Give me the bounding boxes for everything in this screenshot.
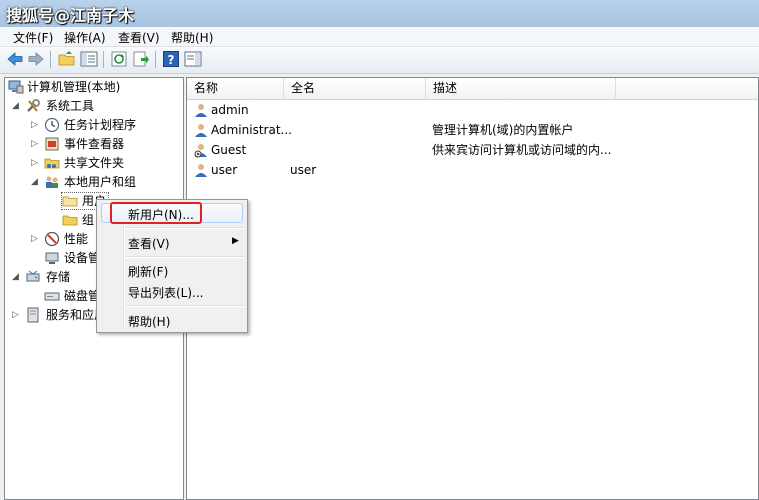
- toolbar-separator: [103, 51, 104, 68]
- user-icon: [195, 164, 207, 177]
- collapsed-arrow-icon[interactable]: ▷: [31, 230, 41, 248]
- menu-item-help[interactable]: 帮助(H): [128, 313, 170, 330]
- menu-separator: [125, 305, 245, 307]
- collapsed-arrow-icon[interactable]: ▷: [31, 116, 41, 134]
- back-arrow-icon[interactable]: [6, 50, 24, 68]
- expanded-arrow-icon[interactable]: ◢: [12, 268, 22, 286]
- menu-help[interactable]: 帮助(H): [171, 29, 213, 46]
- refresh-icon[interactable]: [110, 50, 128, 68]
- storage-icon: [26, 270, 40, 282]
- users-list-view[interactable]: 名称 全名 描述 admin Administrat... 管理计算机(域)的内…: [186, 77, 759, 500]
- toolbar-separator: [50, 51, 51, 68]
- table-row[interactable]: admin: [187, 100, 747, 120]
- disk-icon: [44, 292, 60, 301]
- title-bar: 搜狐号@江南子木: [0, 0, 759, 28]
- submenu-arrow-icon: ▶: [232, 236, 239, 246]
- menu-file[interactable]: 文件(F): [13, 29, 53, 46]
- export-list-icon[interactable]: [132, 50, 150, 68]
- table-row[interactable]: Guest 供来宾访问计算机或访问域的内...: [187, 140, 747, 160]
- menu-separator: [125, 256, 245, 258]
- folder-icon: [62, 215, 78, 226]
- menu-item-export-list[interactable]: 导出列表(L)...: [128, 284, 204, 301]
- action-pane-icon[interactable]: [184, 50, 202, 68]
- column-header-bar: 名称 全名 描述: [187, 78, 758, 100]
- table-row[interactable]: Administrat... 管理计算机(域)的内置帐户: [187, 120, 747, 140]
- column-header-name[interactable]: 名称: [187, 78, 284, 99]
- collapsed-arrow-icon[interactable]: ▷: [31, 154, 41, 172]
- shared-folder-icon: [44, 158, 60, 169]
- collapsed-arrow-icon[interactable]: ▷: [12, 306, 22, 324]
- column-header-description[interactable]: 描述: [426, 78, 616, 99]
- device-manager-icon: [45, 252, 59, 264]
- expanded-arrow-icon[interactable]: ◢: [31, 173, 41, 191]
- menu-action[interactable]: 操作(A): [64, 29, 106, 46]
- services-icon: [27, 307, 39, 323]
- up-folder-icon[interactable]: [58, 50, 76, 68]
- folder-icon: [62, 196, 78, 207]
- show-hide-tree-icon[interactable]: [80, 50, 98, 68]
- svg-text:?: ?: [168, 53, 175, 67]
- menu-bar: 文件(F) 操作(A) 查看(V) 帮助(H): [0, 27, 759, 47]
- column-header-fullname[interactable]: 全名: [284, 78, 426, 99]
- watermark-title: 搜狐号@江南子木: [6, 6, 135, 25]
- collapsed-arrow-icon[interactable]: ▷: [31, 135, 41, 153]
- menu-view[interactable]: 查看(V): [118, 29, 160, 46]
- tools-icon: [27, 99, 40, 112]
- computer-management-icon: [8, 80, 24, 94]
- expanded-arrow-icon[interactable]: ◢: [12, 97, 22, 115]
- user-icon: [195, 124, 207, 137]
- table-row[interactable]: user user: [187, 160, 747, 180]
- menu-separator: [125, 227, 245, 229]
- event-viewer-icon: [45, 137, 59, 151]
- help-icon[interactable]: ?: [162, 50, 180, 68]
- highlight-annotation-box: [110, 202, 202, 224]
- performance-icon: [44, 231, 60, 247]
- toolbar-separator: [155, 51, 156, 68]
- menu-item-view[interactable]: 查看(V): [128, 235, 170, 252]
- disabled-user-icon: [194, 144, 207, 158]
- users-group-icon: [46, 176, 58, 188]
- menu-item-refresh[interactable]: 刷新(F): [128, 263, 168, 280]
- user-icon: [195, 104, 207, 117]
- toolbar: ?: [0, 47, 759, 74]
- forward-arrow-icon[interactable]: [27, 50, 45, 68]
- clock-icon: [44, 117, 60, 133]
